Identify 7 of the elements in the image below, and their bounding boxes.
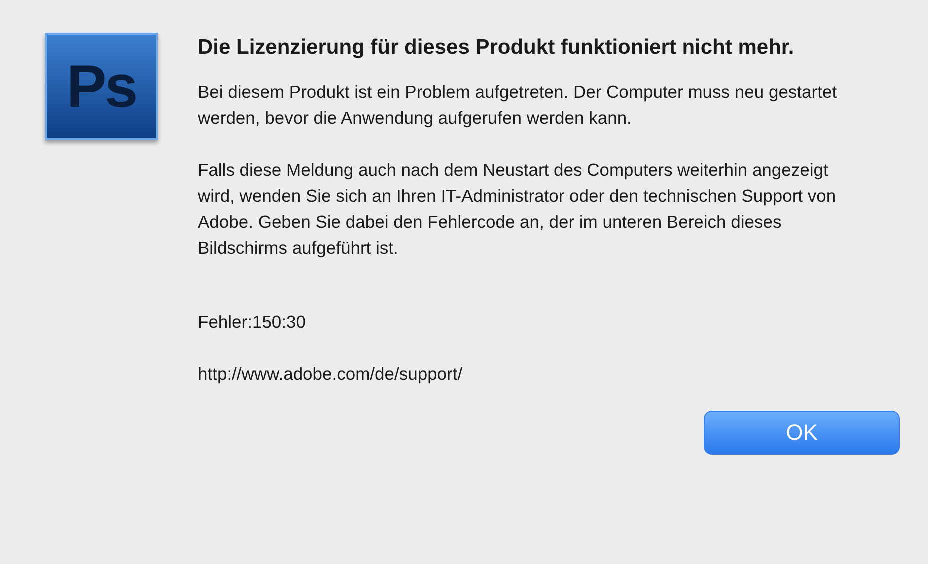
support-url: http://www.adobe.com/de/support/ <box>198 363 464 386</box>
dialog-title: Die Lizenzierung für dieses Produkt funktioniert nicht mehr. <box>198 35 796 61</box>
message-text: Bei diesem Produkt ist ein Problem aufgetreten. Der Computer muss neu gestartet werden, bevor die Anwendung aufgerufen werden kann. <box>198 81 838 130</box>
message-text: Falls diese Meldung auch nach dem Neustart des Computers weiterhin angezeigt wird, wenden Sie sich an Ihren IT-Administrator oder den technischen Support von Adobe. Geben Sie dabei den Fehlercode an, der im unteren Bereich dieses Bildschirms aufgeführt ist. <box>198 159 838 260</box>
app-icon: Ps <box>45 33 158 140</box>
error-code: Fehler:150:30 <box>198 311 307 334</box>
ok-button[interactable]: OK <box>704 411 900 455</box>
